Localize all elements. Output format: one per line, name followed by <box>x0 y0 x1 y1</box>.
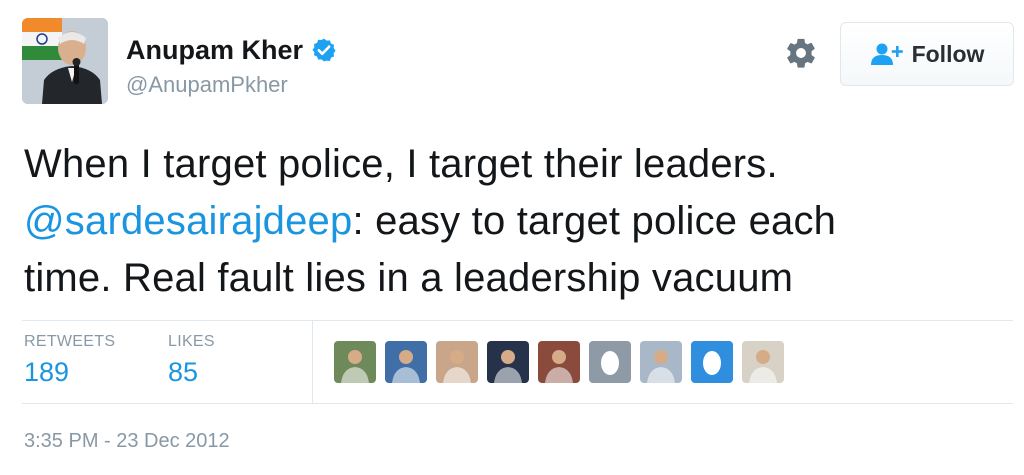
retweets-stat[interactable]: RETWEETS 189 <box>24 333 115 388</box>
tweet-text-line-1: When I target police, I target their lea… <box>24 142 778 186</box>
retweets-count: 189 <box>24 357 70 387</box>
tweet-stats: RETWEETS 189 LIKES 85 <box>22 320 1013 404</box>
egg-icon <box>691 341 733 383</box>
user-screen-name[interactable]: @AnupamPkher <box>126 72 337 98</box>
tweet-text: When I target police, I target their lea… <box>24 136 1004 307</box>
likes-stat[interactable]: LIKES 85 <box>168 333 215 388</box>
likes-label: LIKES <box>168 333 215 350</box>
gear-icon[interactable] <box>784 36 818 70</box>
person-icon <box>436 341 478 383</box>
liker-avatar[interactable] <box>640 341 682 383</box>
retweets-label: RETWEETS <box>24 333 116 350</box>
person-icon <box>385 341 427 383</box>
tweet-text-line-3: time. Real fault lies in a leadership va… <box>24 256 794 300</box>
fullname-row: Anupam Kher <box>126 32 337 68</box>
person-icon <box>742 341 784 383</box>
follow-button-label: Follow <box>911 40 985 67</box>
liker-avatar-default[interactable] <box>691 341 733 383</box>
avatar[interactable] <box>22 18 108 104</box>
tweet-header: Anupam Kher @AnupamPkher Follow <box>22 18 1014 108</box>
stats-divider <box>312 321 313 403</box>
liker-avatar[interactable] <box>538 341 580 383</box>
person-icon <box>640 341 682 383</box>
add-user-icon <box>870 43 903 65</box>
person-icon <box>538 341 580 383</box>
follow-button[interactable]: Follow <box>840 22 1014 86</box>
tweet-timestamp[interactable]: 3:35 PM - 23 Dec 2012 <box>24 430 230 453</box>
mention-link[interactable]: @sardesairajdeep <box>24 199 352 243</box>
verified-badge-icon <box>312 38 336 62</box>
egg-icon <box>589 341 631 383</box>
user-names: Anupam Kher @AnupamPkher <box>126 32 337 98</box>
liker-avatar[interactable] <box>334 341 376 383</box>
person-icon <box>334 341 376 383</box>
tweet-text-line-2: @sardesairajdeep: easy to target police … <box>24 193 1004 250</box>
liker-avatar[interactable] <box>436 341 478 383</box>
person-icon <box>487 341 529 383</box>
tweet-text-line-2-rest: : easy to target police each <box>352 199 837 243</box>
liker-avatar-default[interactable] <box>589 341 631 383</box>
user-full-name[interactable]: Anupam Kher <box>126 35 303 66</box>
tweet-card: Anupam Kher @AnupamPkher Follow When I t… <box>0 0 1024 475</box>
liker-avatar[interactable] <box>742 341 784 383</box>
likers-avatars <box>334 341 793 383</box>
liker-avatar[interactable] <box>487 341 529 383</box>
likes-count: 85 <box>168 357 199 387</box>
liker-avatar[interactable] <box>385 341 427 383</box>
